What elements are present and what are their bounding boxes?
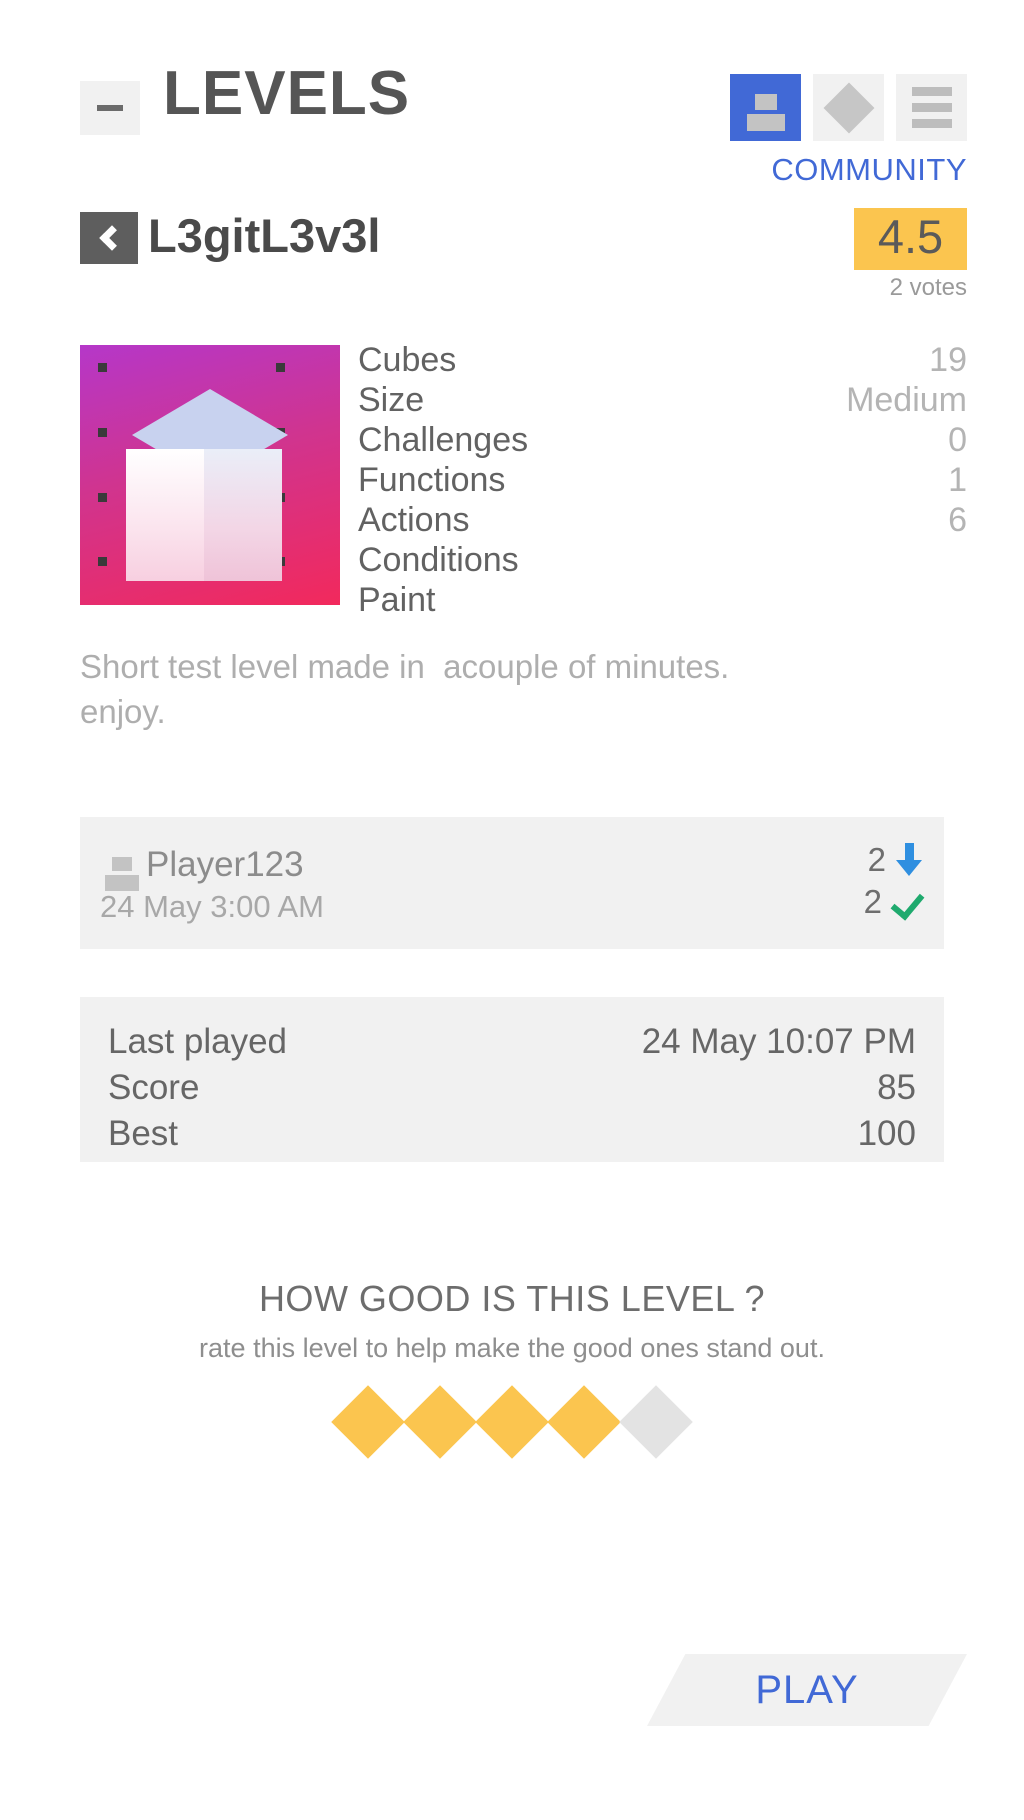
level-thumbnail[interactable] <box>80 345 340 605</box>
play-button[interactable]: PLAY <box>647 1654 967 1726</box>
user-icon-body <box>746 114 785 131</box>
header-button-group <box>730 74 967 141</box>
rating-star-3[interactable] <box>475 1385 549 1459</box>
level-detail-screen: LEVELS COMMUNITY L3gitL3v3l 4.5 2 votes … <box>0 0 1024 1820</box>
minus-icon <box>97 105 123 111</box>
stat-value: Medium <box>846 381 967 419</box>
stat-value: 6 <box>948 501 967 539</box>
stat-row-functions: Functions 1 <box>358 460 967 500</box>
play-button-label: PLAY <box>755 1667 859 1712</box>
download-icon <box>896 843 922 877</box>
menu-button[interactable] <box>896 74 967 141</box>
progress-label: Best <box>108 1114 179 1154</box>
rating-star-2[interactable] <box>403 1385 477 1459</box>
check-icon <box>892 887 922 917</box>
rating-star-1[interactable] <box>331 1385 405 1459</box>
rating-star-5[interactable] <box>619 1385 693 1459</box>
rate-prompt-title: HOW GOOD IS THIS LEVEL ? <box>258 1278 766 1319</box>
progress-label: Last played <box>108 1022 288 1061</box>
progress-panel: Last played 24 May 10:07 PM Score 85 Bes… <box>80 997 944 1162</box>
stat-row-cubes: Cubes 19 <box>358 340 967 380</box>
progress-label: Score <box>108 1068 200 1108</box>
back-button[interactable] <box>80 212 138 264</box>
progress-row-score: Score 85 <box>108 1065 916 1111</box>
rating-votes: 2 votes <box>889 274 967 301</box>
rate-prompt-subtitle: rate this level to help make the good on… <box>199 1333 825 1363</box>
stat-row-challenges: Challenges 0 <box>358 420 967 460</box>
download-count-value: 2 <box>867 841 886 878</box>
stat-label: Functions <box>358 461 506 499</box>
level-name: L3gitL3v3l <box>148 209 381 262</box>
page-title: LEVELS <box>163 59 411 128</box>
rating-star-4[interactable] <box>547 1385 621 1459</box>
diamond-icon <box>823 82 874 133</box>
completion-count: 2 <box>864 883 922 921</box>
progress-row-last-played: Last played 24 May 10:07 PM <box>108 1019 916 1065</box>
progress-value: 100 <box>857 1114 916 1154</box>
stat-label: Conditions <box>358 541 519 579</box>
user-icon <box>754 94 777 110</box>
cube-icon <box>132 389 288 435</box>
stat-label: Size <box>358 381 425 419</box>
rating-badge: 4.5 <box>854 208 967 271</box>
stat-label: Challenges <box>358 421 529 459</box>
stat-label: Actions <box>358 501 470 539</box>
collapse-button[interactable] <box>80 81 140 135</box>
header: LEVELS COMMUNITY <box>0 0 1024 200</box>
stat-row-conditions: Conditions <box>358 540 967 580</box>
stat-value: 1 <box>948 461 967 499</box>
rating-stars <box>0 1385 1024 1459</box>
progress-value: 85 <box>877 1068 916 1108</box>
author-panel: Player123 24 May 3:00 AM 2 2 <box>80 817 944 949</box>
stat-row-size: Size Medium <box>358 380 967 420</box>
completion-count-value: 2 <box>863 883 882 920</box>
stat-row-paint: Paint <box>358 580 967 620</box>
progress-value: 24 May 10:07 PM <box>641 1022 916 1061</box>
community-label[interactable]: COMMUNITY <box>771 152 967 188</box>
download-count: 2 <box>868 841 922 879</box>
stat-label: Paint <box>358 581 436 619</box>
hamburger-icon <box>911 87 952 128</box>
stat-row-actions: Actions 6 <box>358 500 967 540</box>
rating-value: 4.5 <box>877 210 944 263</box>
user-icon <box>105 857 139 891</box>
author-date: 24 May 3:00 AM <box>100 889 325 924</box>
stat-value: 0 <box>948 421 967 459</box>
level-description: Short test level made in acouple of minu… <box>80 648 730 730</box>
progress-row-best: Best 100 <box>108 1111 916 1157</box>
tab-user-levels[interactable] <box>730 74 801 141</box>
tab-diamond-levels[interactable] <box>813 74 884 141</box>
level-title-row: L3gitL3v3l 4.5 2 votes <box>0 208 1024 301</box>
chevron-left-icon <box>99 225 125 251</box>
stat-label: Cubes <box>358 341 457 379</box>
stat-value: 19 <box>929 341 967 379</box>
author-name[interactable]: Player123 <box>146 845 304 885</box>
level-stats-list: Cubes 19 Size Medium Challenges 0 Functi… <box>358 340 967 620</box>
